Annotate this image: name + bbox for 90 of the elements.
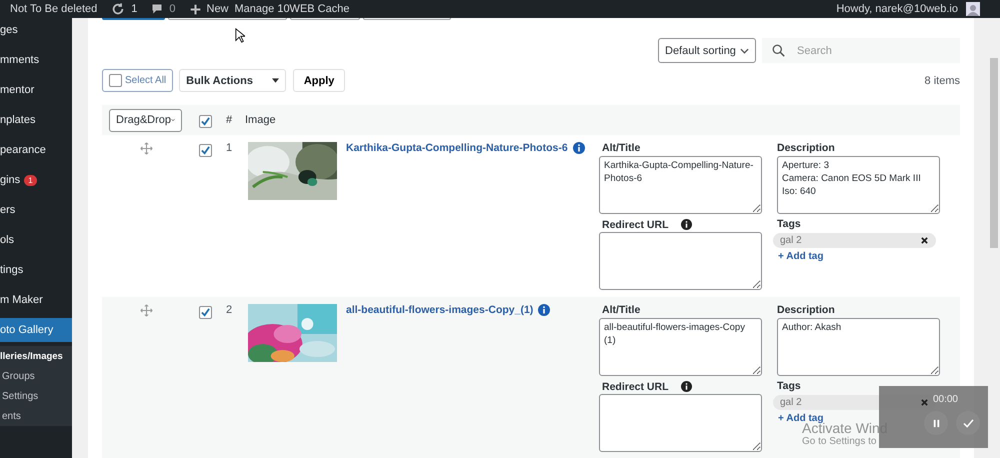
activation-hint: Go to Settings to (802, 436, 878, 447)
field-label: Redirect URL (602, 380, 669, 392)
plus-icon[interactable] (190, 4, 200, 14)
apply-button[interactable]: Apply (293, 69, 346, 92)
checkbox[interactable] (198, 144, 212, 157)
row-number: 2 (226, 304, 232, 316)
column-header: # (226, 114, 232, 126)
menu-label: ges (0, 24, 18, 36)
field-label: Description (777, 142, 836, 155)
menu-item[interactable]: ers (0, 198, 72, 222)
submenu-item[interactable]: Settings (0, 386, 72, 406)
move-icon[interactable] (140, 304, 152, 317)
info-icon[interactable] (680, 219, 692, 230)
site-link[interactable]: Not To Be deleted (10, 3, 98, 15)
image-title-link[interactable]: Karthika-Gupta-Compelling-Nature-Photos-6 (346, 142, 568, 154)
cursor-icon (235, 28, 245, 43)
count-badge: 1 (24, 174, 37, 186)
add-tag-link[interactable]: + Add tag (778, 251, 824, 262)
menu-label: nplates (0, 114, 36, 126)
chevron-icon (740, 48, 749, 54)
menu-item[interactable]: nplates (0, 108, 72, 132)
menu-label: ers (0, 204, 16, 216)
info-icon[interactable] (572, 142, 585, 154)
menu-item[interactable]: gins 1 (0, 168, 72, 192)
image-title-link[interactable]: all-beautiful-flowers-images-Copy_(1) (346, 304, 534, 316)
comments-count[interactable]: 0 (169, 3, 176, 15)
search-field[interactable]: Search (797, 38, 960, 63)
recording-time: 00:00 (932, 394, 958, 405)
menu-item[interactable]: oto Gallery (0, 318, 72, 342)
confirm-button[interactable] (956, 411, 980, 435)
user-greeting[interactable]: Howdy, narek@10web.io (836, 3, 958, 15)
submenu-item[interactable]: Groups (0, 366, 72, 386)
menu-item[interactable]: pearance (0, 138, 72, 162)
checkbox[interactable] (198, 114, 212, 128)
search-icon (762, 38, 797, 63)
cache-link[interactable]: Manage 10WEB Cache (234, 3, 350, 15)
field-label: Alt/Title (602, 142, 642, 155)
info-icon[interactable] (680, 381, 692, 392)
menu-item[interactable]: ges (0, 18, 72, 42)
menu-label: mentor (0, 84, 34, 96)
refresh-icon[interactable] (111, 2, 126, 16)
menu-item[interactable]: mentor (0, 78, 72, 102)
remove-icon[interactable] (921, 237, 928, 244)
menu-item[interactable]: m Maker (0, 288, 72, 312)
info-icon[interactable] (538, 304, 550, 316)
description-field[interactable]: Aperture: 3 Camera: Canon EOS 5D Mark III Iso: 640 (777, 156, 940, 214)
item-count: 8 items (924, 74, 960, 86)
alt-title-field[interactable]: Karthika-Gupta-Compelling-Nature-Photos-6 (599, 156, 762, 214)
check-icon (962, 418, 974, 428)
new-link[interactable]: New (206, 3, 229, 15)
field-label: Alt/Title (602, 304, 642, 317)
menu-label: tings (0, 264, 24, 276)
sorting-select[interactable]: Default sorting (658, 38, 756, 63)
submenu-item[interactable]: ents (0, 406, 72, 426)
menu-item[interactable]: tings (0, 258, 72, 282)
alt-title-field[interactable]: all-beautiful-flowers-images-Copy (1) (599, 318, 762, 376)
move-icon[interactable] (140, 142, 152, 155)
bulk-actions-select[interactable]: Bulk Actions (179, 69, 286, 92)
menu-label: mments (0, 54, 40, 66)
redirect-url-field[interactable] (599, 232, 762, 290)
row-number: 1 (226, 142, 232, 154)
menu-label: pearance (0, 144, 46, 156)
menu-label: m Maker (0, 294, 43, 306)
menu-label: ols (0, 234, 14, 246)
order-mode-select[interactable]: Drag&Drop (109, 108, 182, 132)
field-label: Tags (777, 218, 802, 231)
submenu-item[interactable]: lleries/Images (0, 346, 72, 366)
scroll-thumb[interactable] (990, 58, 998, 248)
menu-item[interactable]: ols (0, 228, 72, 252)
pause-icon (932, 418, 940, 428)
comment-icon[interactable] (151, 3, 164, 15)
caret-icon (272, 78, 280, 83)
menu-item[interactable]: mments (0, 48, 72, 72)
column-header: Image (245, 114, 276, 126)
avatar-icon[interactable] (966, 2, 980, 16)
redirect-url-field[interactable] (599, 394, 762, 452)
pause-button[interactable] (924, 411, 948, 435)
checkbox[interactable] (109, 74, 122, 87)
tag-label: gal 2 (780, 397, 802, 408)
add-tag-link[interactable]: + Add tag (778, 413, 824, 424)
checkbox[interactable] (198, 306, 212, 319)
field-label: Redirect URL (602, 218, 669, 230)
menu-label: gins (0, 174, 20, 186)
updates-count[interactable]: 1 (131, 3, 138, 15)
field-label: Description (777, 304, 836, 317)
field-label: Tags (777, 380, 802, 393)
select-all-button[interactable]: Select All (102, 69, 174, 92)
menu-label: oto Gallery (0, 324, 54, 336)
tag-label: gal 2 (780, 235, 802, 246)
description-field[interactable]: Author: Akash (777, 318, 940, 376)
